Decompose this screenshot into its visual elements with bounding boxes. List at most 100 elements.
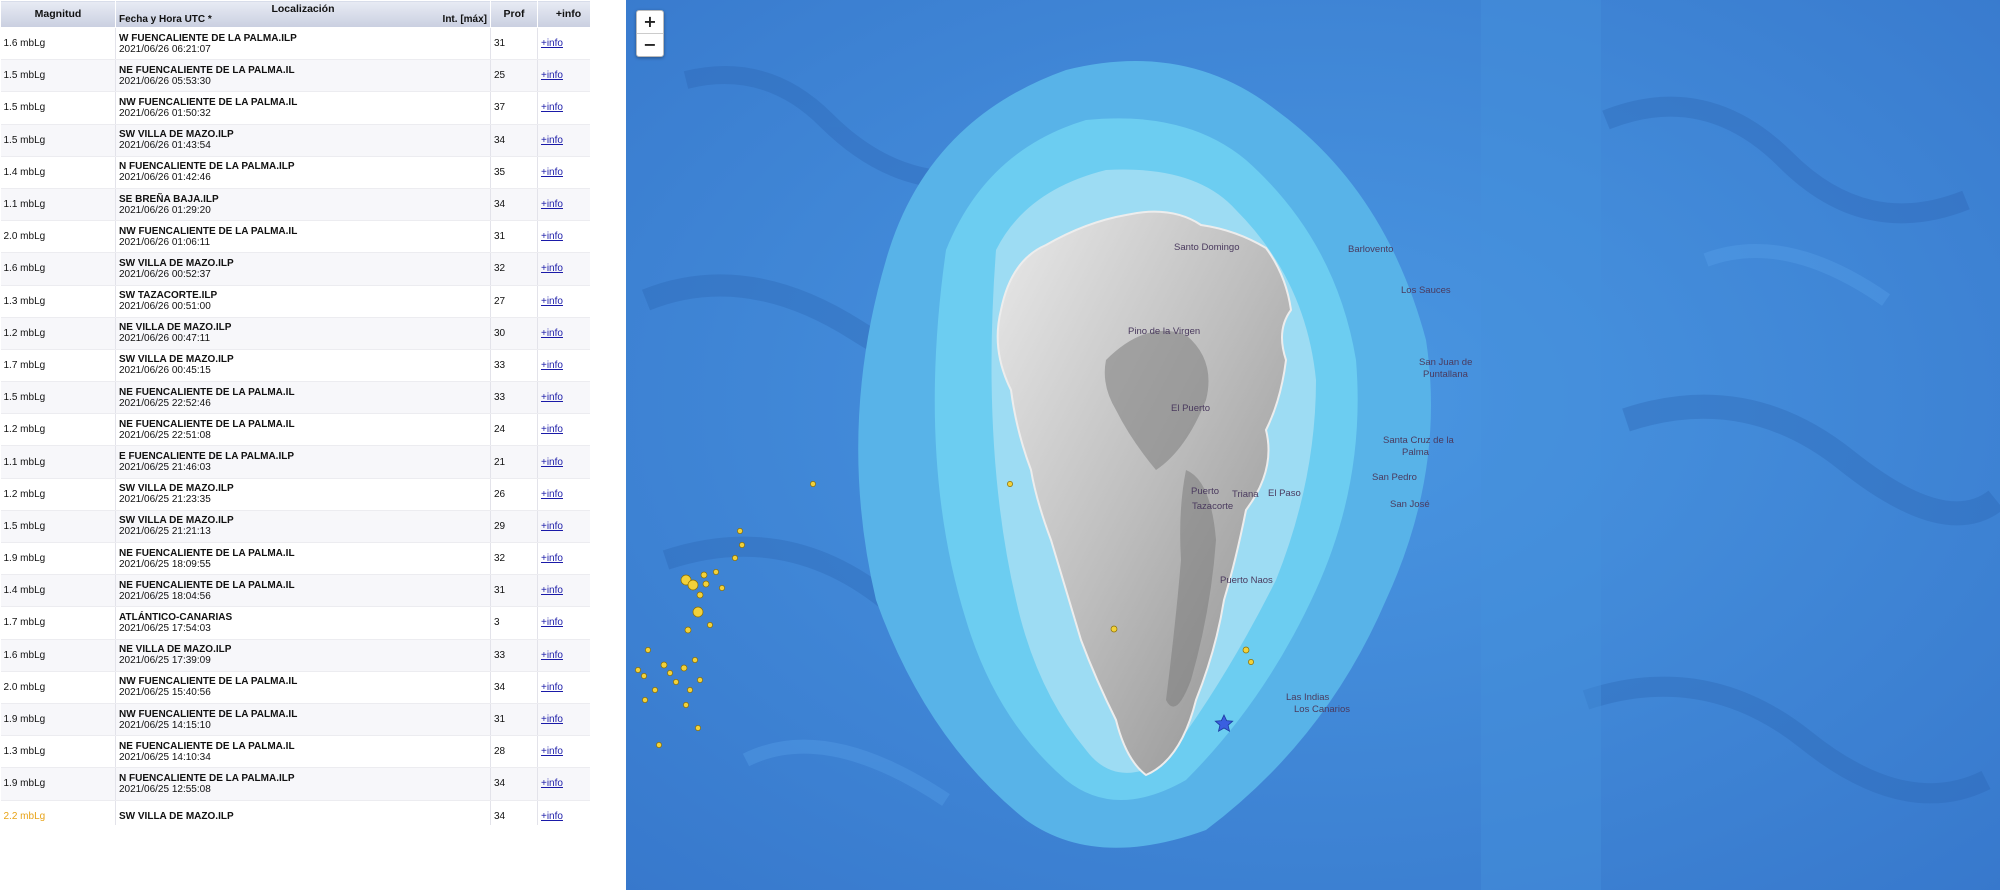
table-row[interactable]: 1.9 mbLg NE FUENCALIENTE DE LA PALMA.IL 20… xyxy=(0,542,590,576)
table-row[interactable]: 1.3 mbLg SW TAZACORTE.ILP 2021/06/26 00:51… xyxy=(0,285,590,318)
earthquake-marker[interactable] xyxy=(667,670,673,676)
earthquake-marker[interactable] xyxy=(1110,625,1118,633)
location-name: NE FUENCALIENTE DE LA PALMA.IL xyxy=(119,740,295,752)
earthquake-marker[interactable] xyxy=(652,687,658,693)
earthquake-marker[interactable] xyxy=(673,679,679,685)
table-row[interactable]: 1.1 mbLg SE BREÑA BAJA.ILP 2021/06/26 01:2… xyxy=(0,188,590,222)
earthquake-marker[interactable] xyxy=(1248,659,1254,665)
event-datetime: 2021/06/26 05:53:30 xyxy=(119,75,211,87)
info-link[interactable]: +info xyxy=(541,38,563,49)
zoom-in-button[interactable]: + xyxy=(637,11,663,33)
table-row[interactable]: 1.1 mbLg E FUENCALIENTE DE LA PALMA.ILP 20… xyxy=(0,445,590,479)
earthquake-marker[interactable] xyxy=(719,585,725,591)
earthquake-table: Magnitud Localización Fecha y Hora UTC *… xyxy=(0,0,590,825)
table-row[interactable]: 1.2 mbLg NE FUENCALIENTE DE LA PALMA.IL 20… xyxy=(0,413,590,447)
info-link[interactable]: +info xyxy=(541,360,563,371)
table-row[interactable]: 1.7 mbLg SW VILLA DE MAZO.ILP 2021/06/26 0… xyxy=(0,349,590,383)
table-row[interactable]: 1.2 mbLg SW VILLA DE MAZO.ILP 2021/06/25 2… xyxy=(0,478,590,511)
earthquake-marker[interactable] xyxy=(692,657,698,663)
table-row[interactable]: 2.0 mbLg NW FUENCALIENTE DE LA PALMA.IL 20… xyxy=(0,220,590,254)
info-link[interactable]: +info xyxy=(541,424,563,435)
table-row[interactable]: 2.0 mbLg NW FUENCALIENTE DE LA PALMA.IL 20… xyxy=(0,671,590,704)
info-link[interactable]: +info xyxy=(541,585,563,596)
earthquake-marker[interactable] xyxy=(656,742,662,748)
earthquake-marker[interactable] xyxy=(692,606,704,618)
earthquake-marker[interactable] xyxy=(702,580,710,588)
earthquake-marker[interactable] xyxy=(700,571,708,579)
earthquake-marker[interactable] xyxy=(683,702,689,708)
location-cell: SW VILLA DE MAZO.ILP 2021/06/26 01:43:54 xyxy=(115,124,491,157)
location-name: NE FUENCALIENTE DE LA PALMA.IL xyxy=(119,579,295,591)
info-link[interactable]: +info xyxy=(541,778,563,789)
table-row[interactable]: 1.7 mbLg ATLÁNTICO-CANARIAS 2021/06/25 17:… xyxy=(0,606,590,640)
earthquake-marker[interactable] xyxy=(642,697,648,703)
earthquake-marker[interactable] xyxy=(684,626,692,634)
earthquake-marker[interactable] xyxy=(645,647,651,653)
earthquake-table-panel: Magnitud Localización Fecha y Hora UTC *… xyxy=(0,0,590,825)
earthquake-marker[interactable] xyxy=(680,664,688,672)
table-row[interactable]: 1.4 mbLg NE FUENCALIENTE DE LA PALMA.IL 20… xyxy=(0,574,590,608)
table-row[interactable]: 1.6 mbLg SW VILLA DE MAZO.ILP 2021/06/26 0… xyxy=(0,252,590,286)
earthquake-marker[interactable] xyxy=(713,569,719,575)
info-link[interactable]: +info xyxy=(541,457,563,468)
info-link[interactable]: +info xyxy=(541,102,563,113)
info-link[interactable]: +info xyxy=(541,167,563,178)
magnitude-cell: 1.2 mbLg xyxy=(0,317,116,350)
table-row[interactable]: 1.5 mbLg SW VILLA DE MAZO.ILP 2021/06/26 0… xyxy=(0,124,590,157)
header-depth[interactable]: Prof xyxy=(490,0,538,28)
earthquake-marker[interactable] xyxy=(707,622,713,628)
event-datetime: 2021/06/26 01:29:20 xyxy=(119,204,211,216)
info-link[interactable]: +info xyxy=(541,70,563,81)
info-link[interactable]: +info xyxy=(541,263,563,274)
table-row[interactable]: 1.5 mbLg NE FUENCALIENTE DE LA PALMA.IL 20… xyxy=(0,59,590,93)
info-link[interactable]: +info xyxy=(541,231,563,242)
info-link[interactable]: +info xyxy=(541,392,563,403)
zoom-out-button[interactable]: − xyxy=(637,33,663,56)
table-row[interactable]: 1.6 mbLg NE VILLA DE MAZO.ILP 2021/06/25 1… xyxy=(0,639,590,672)
table-row[interactable]: 1.5 mbLg NW FUENCALIENTE DE LA PALMA.IL 20… xyxy=(0,91,590,125)
info-link[interactable]: +info xyxy=(541,650,563,661)
table-row[interactable]: 2.2 mbLg SW VILLA DE MAZO.ILP 34 +info xyxy=(0,800,590,825)
earthquake-marker[interactable] xyxy=(641,673,647,679)
info-link[interactable]: +info xyxy=(541,746,563,757)
table-row[interactable]: 1.4 mbLg N FUENCALIENTE DE LA PALMA.ILP 20… xyxy=(0,156,590,189)
table-row[interactable]: 1.5 mbLg SW VILLA DE MAZO.ILP 2021/06/25 2… xyxy=(0,510,590,544)
earthquake-marker[interactable] xyxy=(660,661,668,669)
info-link[interactable]: +info xyxy=(541,811,563,822)
header-location[interactable]: Localización Fecha y Hora UTC * Int. [má… xyxy=(115,0,491,28)
table-row[interactable]: 1.6 mbLg W FUENCALIENTE DE LA PALMA.ILP 20… xyxy=(0,27,590,61)
depth-cell: 33 xyxy=(490,639,538,672)
earthquake-marker[interactable] xyxy=(687,579,699,591)
map-canvas[interactable]: Santo Domingo Barlovento Los Sauces Pino… xyxy=(626,0,2000,890)
info-link[interactable]: +info xyxy=(541,521,563,532)
table-row[interactable]: 1.9 mbLg N FUENCALIENTE DE LA PALMA.ILP 20… xyxy=(0,767,590,801)
earthquake-marker[interactable] xyxy=(695,725,701,731)
info-link[interactable]: +info xyxy=(541,682,563,693)
earthquake-marker[interactable] xyxy=(737,528,743,534)
info-link[interactable]: +info xyxy=(541,199,563,210)
earthquake-marker[interactable] xyxy=(739,542,745,548)
info-link[interactable]: +info xyxy=(541,135,563,146)
earthquake-marker[interactable] xyxy=(697,677,703,683)
earthquake-marker[interactable] xyxy=(635,667,641,673)
info-link[interactable]: +info xyxy=(541,489,563,500)
info-cell: +info xyxy=(537,478,590,511)
header-magnitude[interactable]: Magnitud xyxy=(0,0,116,28)
info-link[interactable]: +info xyxy=(541,553,563,564)
table-row[interactable]: 1.3 mbLg NE FUENCALIENTE DE LA PALMA.IL 20… xyxy=(0,735,590,769)
info-link[interactable]: +info xyxy=(541,617,563,628)
earthquake-marker[interactable] xyxy=(810,481,816,487)
earthquake-marker[interactable] xyxy=(687,687,693,693)
info-link[interactable]: +info xyxy=(541,296,563,307)
location-name: N FUENCALIENTE DE LA PALMA.ILP xyxy=(119,772,295,784)
info-link[interactable]: +info xyxy=(541,328,563,339)
earthquake-marker[interactable] xyxy=(1242,646,1250,654)
earthquake-marker[interactable] xyxy=(696,591,704,599)
table-row[interactable]: 1.9 mbLg NW FUENCALIENTE DE LA PALMA.IL 20… xyxy=(0,703,590,737)
table-row[interactable]: 1.5 mbLg NE FUENCALIENTE DE LA PALMA.IL 20… xyxy=(0,381,590,415)
map-view[interactable]: Santo Domingo Barlovento Los Sauces Pino… xyxy=(626,0,2000,890)
earthquake-marker[interactable] xyxy=(732,555,738,561)
earthquake-marker[interactable] xyxy=(1007,481,1013,487)
info-link[interactable]: +info xyxy=(541,714,563,725)
table-row[interactable]: 1.2 mbLg NE VILLA DE MAZO.ILP 2021/06/26 0… xyxy=(0,317,590,350)
